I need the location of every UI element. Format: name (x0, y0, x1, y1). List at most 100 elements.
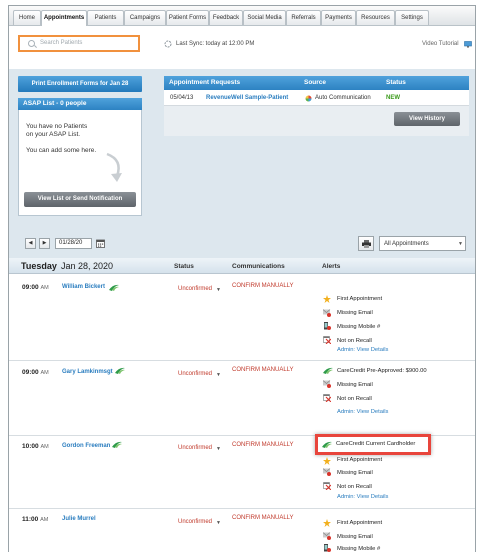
requests-col-source: Source (304, 79, 327, 86)
carecredit-icon (323, 367, 333, 374)
appt-time: 09:00 AM (22, 369, 49, 376)
request-patient-link[interactable]: RevenueWell Sample-Patient (206, 95, 288, 101)
dropdown-caret-icon[interactable]: ▼ (216, 372, 221, 378)
alert-text: Missing Email (337, 534, 373, 540)
day-name: Tuesday (21, 261, 57, 271)
alert-text: Missing Mobile # (337, 324, 381, 330)
tab-patients[interactable]: Patients (87, 10, 124, 25)
asap-empty-line2: on your ASAP List. (26, 131, 81, 138)
filter-selected-value: All Appointments (384, 241, 429, 247)
search-input[interactable]: Search Patients (18, 35, 140, 52)
request-row[interactable]: 05/04/13 RevenueWell Sample-Patient Auto… (164, 90, 469, 106)
requests-col-status: Status (386, 79, 406, 86)
appointment-requests-header: Appointment Requests Source Status (164, 76, 469, 90)
missing-email-icon (323, 309, 331, 317)
video-tutorial-link[interactable]: Video Tutorial (422, 41, 459, 47)
status-select[interactable]: Unconfirmed (178, 371, 212, 377)
tab-social-media[interactable]: Social Media (243, 10, 286, 25)
patient-name-link[interactable]: Gary Lamkinmsgt (62, 369, 113, 375)
status-select[interactable]: Unconfirmed (178, 445, 212, 451)
missing-email-icon (323, 532, 331, 540)
alert-text: First Appointment (337, 520, 383, 526)
calendar-icon[interactable] (96, 239, 105, 248)
tab-appointments[interactable]: Appointments (41, 10, 87, 26)
not-on-recall-icon (323, 336, 331, 344)
dropdown-caret-icon[interactable]: ▼ (216, 446, 221, 452)
main-tab-bar: Home Appointments Patients Campaigns Pat… (9, 6, 475, 26)
alert-text: First Appointment (337, 457, 383, 463)
request-source: Auto Communication (315, 95, 371, 101)
dropdown-caret-icon[interactable]: ▼ (216, 520, 221, 526)
sync-icon[interactable] (164, 40, 172, 48)
alert-text: Missing Email (337, 470, 373, 476)
status-select[interactable]: Unconfirmed (178, 286, 212, 292)
tab-patient-forms[interactable]: Patient Forms (166, 10, 209, 25)
not-on-recall-icon (323, 482, 331, 490)
col-status: Status (174, 263, 194, 270)
prev-day-button[interactable]: ◀ (25, 238, 36, 249)
not-on-recall-icon (323, 394, 331, 402)
alert-text: Not on Recall (337, 338, 372, 344)
admin-view-details-link[interactable]: Admin: View Details (337, 494, 388, 500)
missing-mobile-icon (324, 322, 331, 330)
carecredit-icon (109, 284, 119, 291)
asap-empty-line3: You can add some here. (26, 147, 97, 154)
col-alerts: Alerts (322, 263, 341, 270)
search-icon (28, 40, 35, 47)
carecredit-icon (112, 441, 122, 448)
appt-time: 09:00 AM (22, 284, 49, 291)
admin-view-details-link[interactable]: Admin: View Details (337, 347, 388, 353)
tab-settings[interactable]: Settings (395, 10, 429, 25)
confirm-manually-text: CONFIRM MANUALLY (232, 442, 294, 448)
requests-title: Appointment Requests (169, 79, 241, 86)
asap-empty-line1: You have no Patients (26, 123, 88, 130)
appointment-filter-select[interactable]: All Appointments ▼ (379, 236, 466, 251)
row-divider (9, 508, 475, 509)
carecredit-icon (115, 367, 125, 374)
date-field[interactable]: 01/28/20 (55, 238, 92, 249)
dropdown-caret-icon[interactable]: ▼ (216, 287, 221, 293)
appt-time: 11:00 AM (22, 516, 49, 523)
carecredit-icon (322, 441, 332, 448)
status-select[interactable]: Unconfirmed (178, 519, 212, 525)
admin-view-details-link[interactable]: Admin: View Details (337, 409, 388, 415)
next-arrow-icon: ▶ (42, 240, 47, 246)
tab-referrals[interactable]: Referrals (286, 10, 321, 25)
tab-payments[interactable]: Payments (321, 10, 356, 25)
app-frame: Home Appointments Patients Campaigns Pat… (8, 5, 476, 552)
monitor-icon[interactable] (464, 41, 472, 48)
alert-text: Not on Recall (337, 484, 372, 490)
tab-home[interactable]: Home (13, 10, 41, 25)
tab-campaigns[interactable]: Campaigns (124, 10, 166, 25)
patient-name-link[interactable]: William Bickert (62, 284, 105, 290)
curved-arrow-icon (106, 152, 122, 182)
star-icon (323, 295, 331, 303)
carecredit-highlight-box: CareCredit Current Cardholder (315, 434, 431, 455)
next-day-button[interactable]: ▶ (39, 238, 50, 249)
asap-list-header: ASAP List - 0 people (18, 98, 142, 110)
auto-communication-icon (305, 95, 312, 102)
dropdown-caret-icon: ▼ (458, 241, 463, 247)
col-communications: Communications (232, 263, 285, 270)
view-list-send-notification-button[interactable]: View List or Send Notification (24, 192, 136, 207)
confirm-manually-text: CONFIRM MANUALLY (232, 283, 294, 289)
print-enrollment-button[interactable]: Print Enrollment Forms for Jan 28 (18, 76, 142, 92)
request-date: 05/04/13 (170, 95, 194, 101)
view-history-button[interactable]: View History (394, 112, 460, 126)
alert-text: Missing Mobile # (337, 546, 381, 552)
missing-email-icon (323, 468, 331, 476)
confirm-manually-text: CONFIRM MANUALLY (232, 367, 294, 373)
alert-text: Not on Recall (337, 396, 372, 402)
printer-icon (362, 240, 371, 248)
missing-mobile-icon (324, 544, 331, 552)
patient-name-link[interactable]: Julie Murrel (62, 516, 96, 522)
confirm-manually-text: CONFIRM MANUALLY (232, 515, 294, 521)
print-button[interactable] (358, 236, 374, 251)
missing-email-icon (323, 380, 331, 388)
tab-resources[interactable]: Resources (356, 10, 395, 25)
patient-name-link[interactable]: Gordon Freeman (62, 443, 110, 449)
alert-text: Missing Email (337, 310, 373, 316)
last-sync-text: Last Sync: today at 12:00 PM (176, 41, 255, 47)
request-status-badge: NEW (386, 95, 400, 101)
tab-feedback[interactable]: Feedback (209, 10, 243, 25)
